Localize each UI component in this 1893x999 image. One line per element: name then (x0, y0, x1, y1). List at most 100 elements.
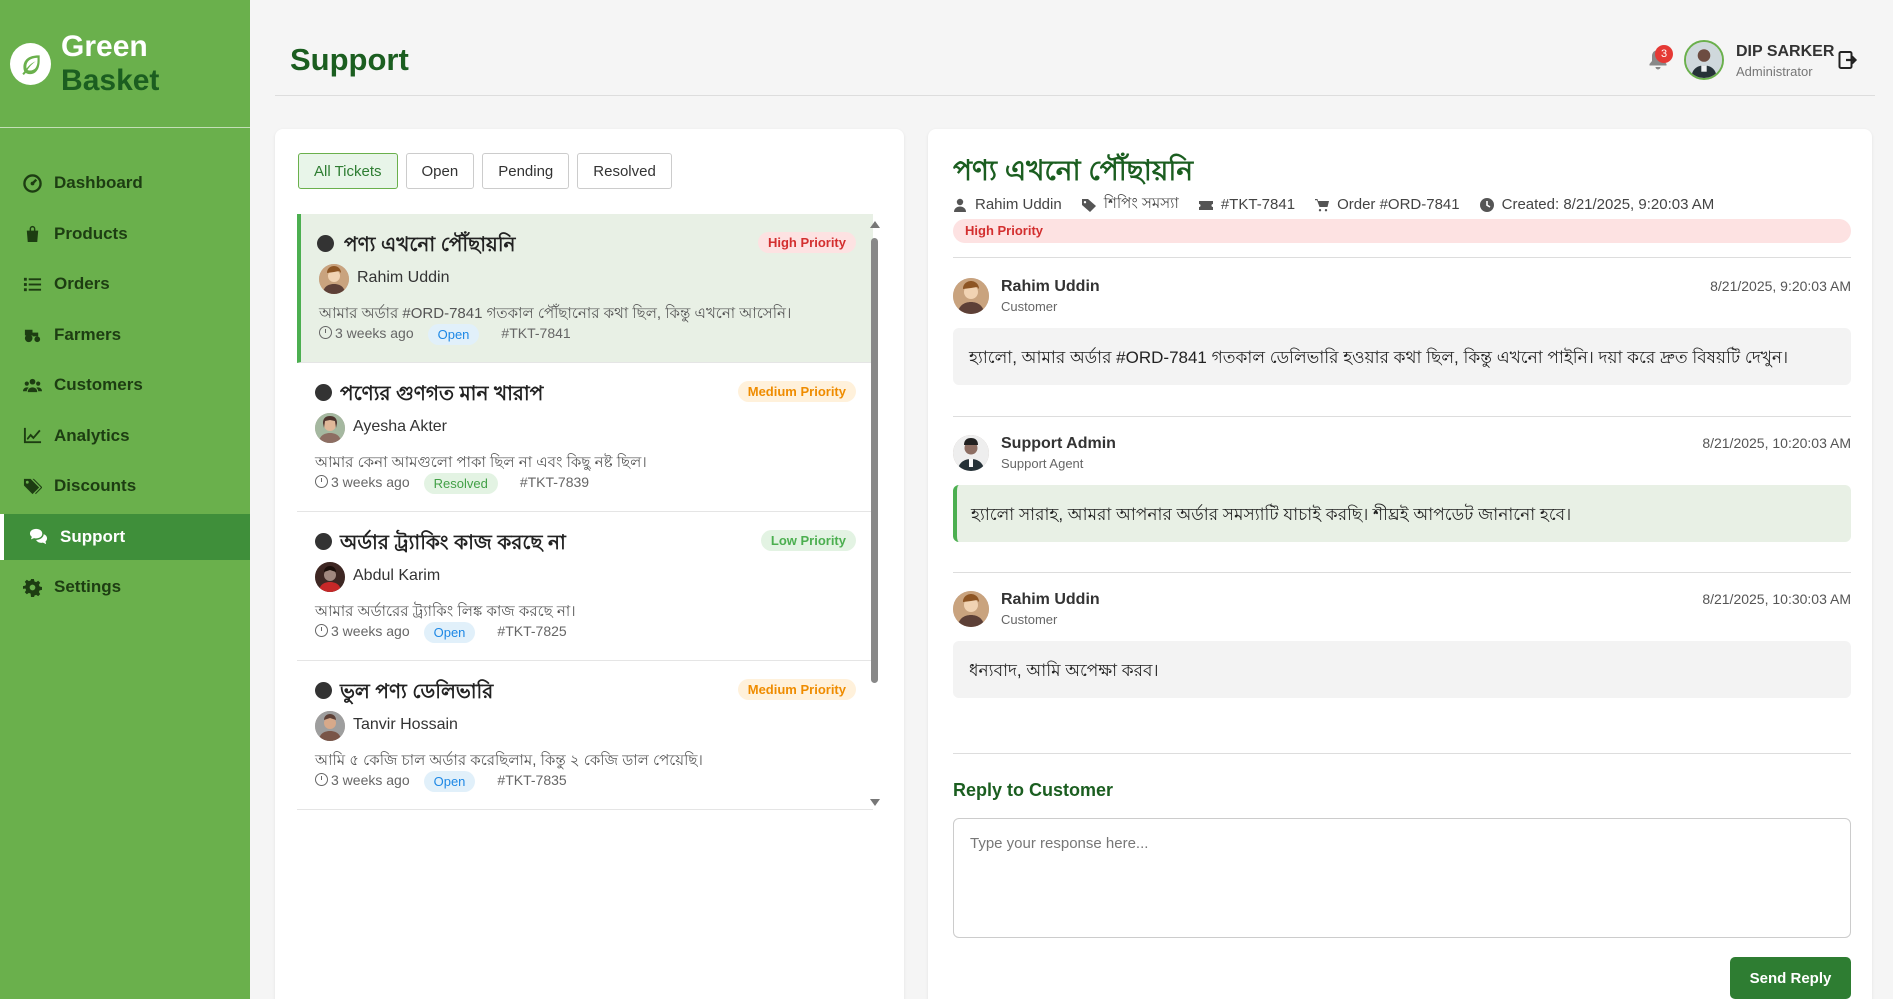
status-dot (317, 235, 334, 252)
status-badge: Resolved (423, 473, 498, 494)
sidebar-item-orders[interactable]: Orders (0, 261, 250, 307)
ticket-time: 3 weeks ago (331, 771, 410, 788)
message-role: Customer (1001, 612, 1058, 627)
meta-ticket-id-label: #TKT-7841 (1220, 196, 1296, 213)
avatar[interactable] (1684, 40, 1724, 80)
brand[interactable]: Green Basket (0, 0, 250, 128)
sidebar-item-products[interactable]: Products (0, 211, 250, 257)
list-icon (22, 274, 42, 294)
scroll-up-arrow-icon[interactable] (870, 221, 880, 228)
reply-textarea[interactable] (953, 818, 1851, 938)
customer-avatar (319, 264, 349, 294)
ticket-list[interactable]: পণ্য এখনো পৌঁছায়নি High Priority Rahim … (297, 214, 873, 810)
priority-badge: Low Priority (760, 530, 856, 551)
gear-icon (22, 577, 42, 597)
customer-name: Rahim Uddin (357, 269, 450, 286)
sidebar-item-analytics[interactable]: Analytics (0, 413, 250, 459)
sidebar-item-label: Products (54, 223, 128, 243)
tags-icon (22, 476, 42, 496)
sidebar-item-label: Dashboard (54, 173, 143, 192)
priority-badge: Medium Priority (737, 679, 856, 700)
clock-icon (315, 624, 328, 637)
header-divider (275, 95, 1875, 96)
status-badge: Open (427, 324, 480, 345)
meta-order-label: Order #ORD-7841 (1337, 196, 1460, 213)
message-time: 8/21/2025, 9:20:03 AM (1710, 278, 1851, 294)
sidebar-item-farmers[interactable]: Farmers (0, 312, 250, 358)
notification-badge: 3 (1655, 45, 1673, 63)
meta-created: Created: 8/21/2025, 9:20:03 AM (1479, 196, 1714, 213)
ticket-item[interactable]: পণ্য এখনো পৌঁছায়নি High Priority Rahim … (297, 214, 873, 363)
meta-customer-name: Rahim Uddin (975, 196, 1062, 213)
message-author: Support Admin (1001, 435, 1116, 452)
filter-open[interactable]: Open (405, 153, 475, 189)
ticket-meta: 3 weeks ago Open #TKT-7841 (319, 322, 571, 345)
comments-icon (28, 527, 48, 547)
customer-name: Abdul Karim (353, 567, 441, 584)
customer-name: Tanvir Hossain (353, 716, 458, 733)
tag-icon (1081, 198, 1096, 212)
customer-avatar (315, 711, 345, 741)
customer-avatar (315, 562, 345, 592)
ticket-meta: 3 weeks ago Open #TKT-7825 (315, 620, 567, 643)
sidebar-item-label: Support (60, 526, 126, 546)
ticket-detail-panel: পণ্য এখনো পৌঁছায়নি Rahim Uddin শিপিং সম… (928, 129, 1872, 999)
reply-title: Reply to Customer (953, 780, 1114, 800)
message-role: Support Agent (1001, 456, 1084, 471)
status-badge: Open (423, 622, 476, 643)
status-dot (315, 682, 332, 699)
cart-icon (1315, 198, 1330, 211)
sidebar-item-support[interactable]: Support (0, 513, 250, 560)
send-reply-button[interactable]: Send Reply (1730, 957, 1851, 999)
leaf-logo-icon (10, 42, 52, 85)
ticket-time: 3 weeks ago (331, 473, 410, 490)
sidebar-item-label: Farmers (54, 324, 122, 344)
chart-line-icon (22, 426, 42, 446)
customer-avatar (315, 413, 345, 443)
filter-all-tickets[interactable]: All Tickets (298, 153, 398, 189)
filter-resolved[interactable]: Resolved (577, 153, 672, 189)
sidebar-nav: Dashboard Products Orders Farmers Custom… (0, 160, 250, 610)
sidebar-item-settings[interactable]: Settings (0, 564, 250, 610)
users-icon (22, 375, 42, 395)
priority-badge: High Priority (953, 219, 1851, 243)
sidebar-item-label: Analytics (54, 425, 130, 445)
priority-badge: High Priority (757, 232, 856, 253)
ticket-meta: 3 weeks ago Open #TKT-7835 (315, 769, 567, 792)
sidebar-item-dashboard[interactable]: Dashboard (0, 160, 250, 206)
status-badge: Open (423, 771, 476, 792)
clock-icon (319, 326, 332, 339)
scroll-down-arrow-icon[interactable] (870, 799, 880, 806)
ticket-list-scrollbar[interactable] (867, 221, 881, 806)
meta-category: শিপিং সমস্যা (1081, 192, 1179, 217)
meta-ticket-id: #TKT-7841 (1198, 196, 1296, 213)
message-bubble: ধন্যবাদ, আমি অপেক্ষা করব। (953, 641, 1851, 698)
scrollbar-thumb[interactable] (871, 238, 878, 683)
ticket-item[interactable]: অর্ডার ট্র্যাকিং কাজ করছে না Low Priorit… (297, 512, 873, 661)
avatar (953, 591, 989, 627)
ticket-item[interactable]: পণ্যের গুণগত মান খারাপ Medium Priority A… (297, 363, 873, 512)
message-time: 8/21/2025, 10:20:03 AM (1702, 435, 1851, 451)
clock-icon (315, 773, 328, 786)
filter-pending[interactable]: Pending (482, 153, 570, 189)
ticket-filters: All Tickets Open Pending Resolved (298, 153, 672, 189)
message-bubble: হ্যালো, আমার অর্ডার #ORD-7841 গতকাল ডেলি… (953, 328, 1851, 385)
ticket-icon (1198, 200, 1213, 210)
ticket-title: পণ্যের গুণগত মান খারাপ (340, 383, 544, 405)
page-title: Support (290, 42, 409, 77)
ticket-id: #TKT-7839 (519, 473, 590, 490)
ticket-item[interactable]: ভুল পণ্য ডেলিভারি Medium Priority Tanvir… (297, 661, 873, 810)
sidebar: Green Basket Dashboard Products Orders F… (0, 0, 250, 999)
ticket-title: পণ্য এখনো পৌঁছায়নি (344, 234, 516, 256)
sidebar-item-customers[interactable]: Customers (0, 362, 250, 408)
clock-icon (315, 475, 328, 488)
logout-icon[interactable] (1838, 50, 1858, 70)
priority-badge: Medium Priority (737, 381, 856, 402)
bag-icon (22, 224, 42, 244)
sidebar-item-label: Customers (54, 375, 143, 394)
sidebar-item-discounts[interactable]: Discounts (0, 463, 250, 509)
divider (953, 753, 1851, 754)
meta-order[interactable]: Order #ORD-7841 (1315, 196, 1460, 213)
sidebar-item-label: Orders (54, 274, 110, 293)
ticket-detail-title: পণ্য এখনো পৌঁছায়নি (953, 155, 1194, 186)
